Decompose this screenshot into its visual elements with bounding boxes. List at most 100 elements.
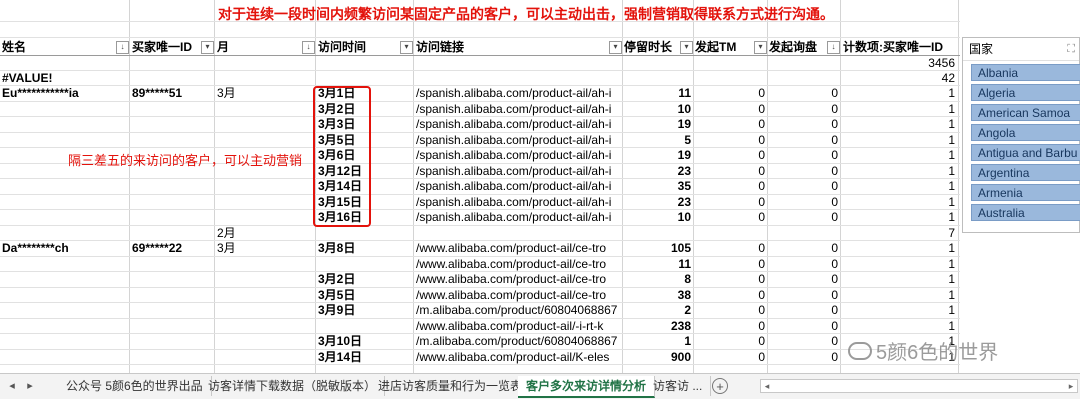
visit-date-cell[interactable]: 3月5日 — [318, 288, 410, 303]
month-cell[interactable] — [217, 210, 313, 225]
month-cell[interactable] — [217, 257, 313, 272]
inquiry-cell[interactable]: 0 — [769, 148, 838, 163]
month-cell[interactable] — [217, 179, 313, 194]
visit-link-cell[interactable]: /spanish.alibaba.com/product-ail/ah-i — [416, 164, 620, 179]
visit-link-cell[interactable]: /spanish.alibaba.com/product-ail/ah-i — [416, 117, 620, 132]
month-cell[interactable] — [217, 195, 313, 210]
inquiry-cell[interactable]: 0 — [769, 257, 838, 272]
buyer-id-cell[interactable] — [132, 117, 212, 132]
visit-link-cell[interactable]: /spanish.alibaba.com/product-ail/ah-i — [416, 148, 620, 163]
sort-icon[interactable]: ↓ — [827, 41, 840, 54]
count-cell[interactable]: 1 — [843, 86, 955, 101]
count-cell[interactable]: 1 — [843, 272, 955, 287]
table-row[interactable]: 3月16日/spanish.alibaba.com/product-ail/ah… — [0, 210, 960, 226]
visit-link-cell[interactable]: /www.alibaba.com/product-ail/-i-rt-k — [416, 319, 620, 334]
inquiry-cell[interactable]: 0 — [769, 102, 838, 117]
name-cell[interactable] — [2, 133, 128, 148]
filter-dropdown-icon[interactable]: ▾ — [680, 41, 693, 54]
buyer-id-cell[interactable] — [132, 288, 212, 303]
name-cell[interactable] — [2, 272, 128, 287]
slicer-item[interactable]: Argentina — [971, 164, 1080, 181]
name-cell[interactable] — [2, 334, 128, 349]
tm-cell[interactable]: 0 — [695, 195, 765, 210]
visit-link-cell[interactable]: /spanish.alibaba.com/product-ail/ah-i — [416, 133, 620, 148]
header-tm[interactable]: 发起TM — [695, 38, 736, 56]
table-row[interactable]: 3月15日/spanish.alibaba.com/product-ail/ah… — [0, 195, 960, 210]
name-cell[interactable] — [2, 350, 128, 365]
buyer-id-cell[interactable] — [132, 210, 212, 225]
count-cell[interactable]: 1 — [843, 133, 955, 148]
count-cell[interactable]: 1 — [843, 210, 955, 225]
buyer-id-cell[interactable] — [132, 272, 212, 287]
inquiry-cell[interactable]: 0 — [769, 334, 838, 349]
count-cell[interactable]: 1 — [843, 117, 955, 132]
count-cell[interactable]: 1 — [843, 303, 955, 318]
header-visit-link[interactable]: 访问链接 — [416, 38, 464, 56]
header-buyer-id[interactable]: 买家唯一ID — [132, 38, 192, 56]
tm-cell[interactable]: 0 — [695, 350, 765, 365]
filter-dropdown-icon[interactable]: ▾ — [754, 41, 767, 54]
visit-link-cell[interactable]: /spanish.alibaba.com/product-ail/ah-i — [416, 86, 620, 101]
inquiry-cell[interactable]: 0 — [769, 241, 838, 256]
visit-link-cell[interactable]: /www.alibaba.com/product-ail/K-eles — [416, 350, 620, 365]
worksheet-grid[interactable]: 对于连续一段时间内频繁访问某固定产品的客户，可以主动出击，强制营销取得联系方式进… — [0, 0, 1080, 373]
month-cell[interactable] — [217, 117, 313, 132]
tm-cell[interactable]: 0 — [695, 164, 765, 179]
tm-cell[interactable]: 0 — [695, 102, 765, 117]
name-cell[interactable] — [2, 288, 128, 303]
stay-cell[interactable]: 10 — [624, 102, 691, 117]
month-cell[interactable] — [217, 319, 313, 334]
stay-cell[interactable]: 8 — [624, 272, 691, 287]
sheet-tab[interactable]: 进店访客质量和行为一览表 — [370, 376, 532, 396]
stay-cell[interactable]: 900 — [624, 350, 691, 365]
header-count[interactable]: 计数项:买家唯一ID — [843, 38, 943, 56]
inquiry-cell[interactable]: 0 — [769, 195, 838, 210]
table-row[interactable]: Eu***********ia 89*****51 3月 3月1日/spanish.a… — [0, 86, 960, 102]
month-cell[interactable]: 3月 — [217, 86, 313, 101]
buyer-id-cell[interactable] — [132, 226, 212, 241]
header-visit-time[interactable]: 访问时间 — [318, 38, 366, 56]
tm-cell[interactable]: 0 — [695, 210, 765, 225]
visit-link-cell[interactable]: /m.alibaba.com/product/60804068867 — [416, 303, 620, 318]
horizontal-scrollbar[interactable]: ◂ ▸ — [760, 379, 1078, 393]
table-row[interactable]: #VALUE! 42 — [0, 71, 960, 86]
table-row[interactable]: 3月5日/spanish.alibaba.com/product-ail/ah-… — [0, 133, 960, 148]
scroll-left-icon[interactable]: ◂ — [761, 380, 773, 392]
visit-date-cell[interactable]: 3月2日 — [318, 272, 410, 287]
inquiry-cell[interactable]: 0 — [769, 350, 838, 365]
tm-cell[interactable]: 0 — [695, 117, 765, 132]
slicer-item[interactable]: Australia — [971, 204, 1080, 221]
inquiry-cell[interactable]: 0 — [769, 164, 838, 179]
visit-link-cell[interactable]: /spanish.alibaba.com/product-ail/ah-i — [416, 210, 620, 225]
tm-cell[interactable]: 0 — [695, 334, 765, 349]
name-cell[interactable]: Eu***********ia — [2, 86, 128, 101]
month-cell[interactable] — [217, 288, 313, 303]
visit-link-cell[interactable]: /spanish.alibaba.com/product-ail/ah-i — [416, 102, 620, 117]
stay-cell[interactable]: 11 — [624, 86, 691, 101]
buyer-id-cell[interactable] — [132, 102, 212, 117]
name-cell[interactable] — [2, 195, 128, 210]
name-cell[interactable] — [2, 102, 128, 117]
visit-link-cell[interactable]: /spanish.alibaba.com/product-ail/ah-i — [416, 195, 620, 210]
tm-cell[interactable]: 0 — [695, 272, 765, 287]
inquiry-cell[interactable] — [769, 226, 838, 241]
table-row[interactable]: 3月5日/www.alibaba.com/product-ail/ce-tro 3… — [0, 288, 960, 303]
stay-cell[interactable]: 105 — [624, 241, 691, 256]
name-cell[interactable]: Da********ch — [2, 241, 128, 256]
month-cell[interactable] — [217, 102, 313, 117]
month-cell[interactable]: 3月 — [217, 241, 313, 256]
count-cell[interactable]: 1 — [843, 241, 955, 256]
inquiry-cell[interactable]: 0 — [769, 133, 838, 148]
inquiry-cell[interactable]: 0 — [769, 319, 838, 334]
header-inquiry[interactable]: 发起询盘 — [769, 38, 817, 56]
tm-cell[interactable]: 0 — [695, 133, 765, 148]
month-cell[interactable] — [217, 334, 313, 349]
buyer-id-cell[interactable] — [132, 195, 212, 210]
month-cell[interactable]: 2月 — [217, 226, 313, 241]
plus-circle-icon[interactable]: + — [712, 378, 728, 394]
visit-date-cell[interactable]: 3月9日 — [318, 303, 410, 318]
visit-link-cell[interactable]: /www.alibaba.com/product-ail/ce-tro — [416, 272, 620, 287]
buyer-id-cell[interactable] — [132, 319, 212, 334]
scroll-right-icon[interactable]: ▸ — [1065, 380, 1077, 392]
inquiry-cell[interactable]: 0 — [769, 117, 838, 132]
